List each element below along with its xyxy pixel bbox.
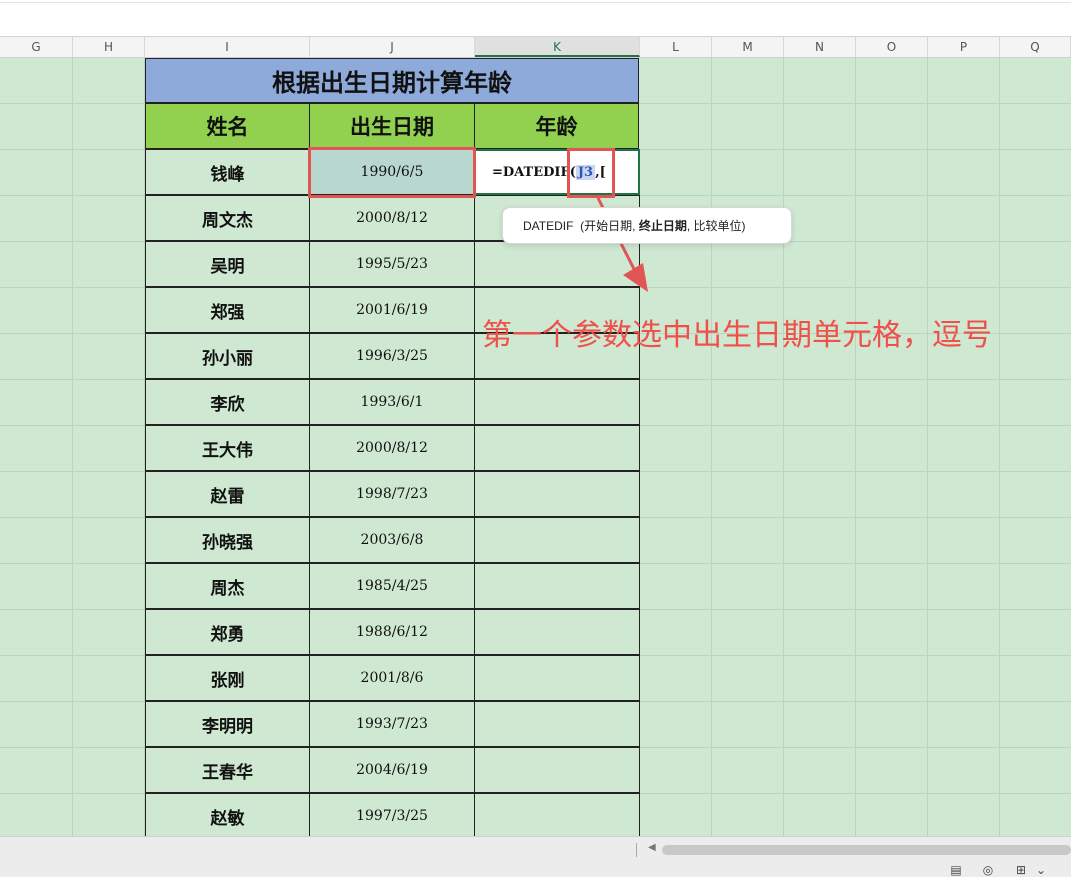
cell-name[interactable]: 李明明 [145, 701, 310, 747]
column-header-k[interactable]: K [475, 37, 640, 57]
cell-name[interactable]: 李欣 [145, 379, 310, 425]
formula-prefix: =DATEDIF( [492, 164, 576, 180]
scroll-left-icon[interactable]: ◀ [648, 842, 656, 853]
reading-mode-icon[interactable]: ◎ [979, 863, 997, 877]
cell-name[interactable]: 周杰 [145, 563, 310, 609]
column-header-h[interactable]: H [73, 37, 145, 57]
cell-age[interactable] [474, 425, 640, 471]
cell-name[interactable]: 郑强 [145, 287, 310, 333]
table-title[interactable]: 根据出生日期计算年龄 [145, 58, 639, 103]
column-header-m[interactable]: M [712, 37, 784, 57]
status-bar: ◀ ▤ ◎ ⊞ ⌄ [0, 836, 1071, 877]
sheet-grid[interactable]: 根据出生日期计算年龄 姓名 出生日期 年龄 钱峰 1990/6/5 =DATED… [0, 58, 1071, 836]
column-header-l[interactable]: L [640, 37, 712, 57]
column-header-n[interactable]: N [784, 37, 856, 57]
cell-age[interactable] [474, 241, 640, 287]
header-name[interactable]: 姓名 [145, 103, 310, 149]
cell-name[interactable]: 孙晓强 [145, 517, 310, 563]
cell-name[interactable]: 吴明 [145, 241, 310, 287]
column-header-g[interactable]: G [0, 37, 73, 57]
cell-name[interactable]: 王大伟 [145, 425, 310, 471]
annotation-text: 第一个参数选中出生日期单元格，逗号 [482, 318, 992, 353]
column-header-j[interactable]: J [310, 37, 475, 57]
cell-age[interactable] [474, 471, 640, 517]
cell-birthdate[interactable]: 1985/4/25 [309, 563, 475, 609]
column-header-p[interactable]: P [928, 37, 1000, 57]
tooltip-function-name: DATEDIF [523, 218, 574, 233]
cell-birthdate[interactable]: 2000/8/12 [309, 425, 475, 471]
tooltip-arg-rest: , 比较单位) [686, 219, 746, 233]
cell-age[interactable] [474, 747, 640, 793]
cell-birthdate[interactable]: 1993/7/23 [309, 701, 475, 747]
page-layout-icon[interactable]: ⊞ [1012, 863, 1030, 877]
cell-name[interactable]: 钱峰 [145, 149, 310, 195]
cell-age[interactable] [474, 701, 640, 747]
cell-birthdate[interactable]: 2004/6/19 [309, 747, 475, 793]
highlight-box-reference [567, 148, 615, 198]
cell-name[interactable]: 周文杰 [145, 195, 310, 241]
formula-bar[interactable] [0, 0, 1071, 37]
cell-age[interactable] [474, 655, 640, 701]
horizontal-scrollbar[interactable] [662, 845, 1071, 855]
cell-birthdate[interactable]: 2003/6/8 [309, 517, 475, 563]
cell-birthdate[interactable]: 2001/6/19 [309, 287, 475, 333]
function-tooltip: DATEDIF (开始日期, 终止日期, 比较单位) [502, 207, 792, 244]
cell-age[interactable] [474, 379, 640, 425]
highlight-box-birthdate [308, 147, 476, 198]
column-header-o[interactable]: O [856, 37, 928, 57]
column-header-bar: G H I J K L M N O P Q [0, 37, 1071, 58]
tooltip-arg-current: 终止日期 [638, 219, 687, 233]
cell-name[interactable]: 赵敏 [145, 793, 310, 836]
cell-name[interactable]: 郑勇 [145, 609, 310, 655]
tooltip-arg-start: (开始日期, [580, 219, 636, 233]
cell-age[interactable] [474, 793, 640, 836]
cell-birthdate[interactable]: 1988/6/12 [309, 609, 475, 655]
cell-birthdate[interactable]: 1998/7/23 [309, 471, 475, 517]
header-age[interactable]: 年龄 [474, 103, 639, 149]
column-header-i[interactable]: I [145, 37, 310, 57]
cell-name[interactable]: 赵雷 [145, 471, 310, 517]
cell-name[interactable]: 孙小丽 [145, 333, 310, 379]
cell-age[interactable] [474, 517, 640, 563]
chevron-down-icon[interactable]: ⌄ [1032, 863, 1050, 877]
cell-birthdate[interactable]: 2001/8/6 [309, 655, 475, 701]
cell-birthdate[interactable]: 1996/3/25 [309, 333, 475, 379]
cell-birthdate[interactable]: 1995/5/23 [309, 241, 475, 287]
cell-name[interactable]: 张刚 [145, 655, 310, 701]
column-header-q[interactable]: Q [1000, 37, 1071, 57]
cell-birthdate[interactable]: 1993/6/1 [309, 379, 475, 425]
normal-view-icon[interactable]: ▤ [947, 863, 965, 877]
cell-birthdate[interactable]: 1997/3/25 [309, 793, 475, 836]
cell-birthdate[interactable]: 2000/8/12 [309, 195, 475, 241]
cell-age[interactable] [474, 563, 640, 609]
cell-age-editing[interactable]: =DATEDIF(J3 ,[ [474, 149, 640, 195]
cell-name[interactable]: 王春华 [145, 747, 310, 793]
header-birthdate[interactable]: 出生日期 [309, 103, 475, 149]
cell-age[interactable] [474, 609, 640, 655]
